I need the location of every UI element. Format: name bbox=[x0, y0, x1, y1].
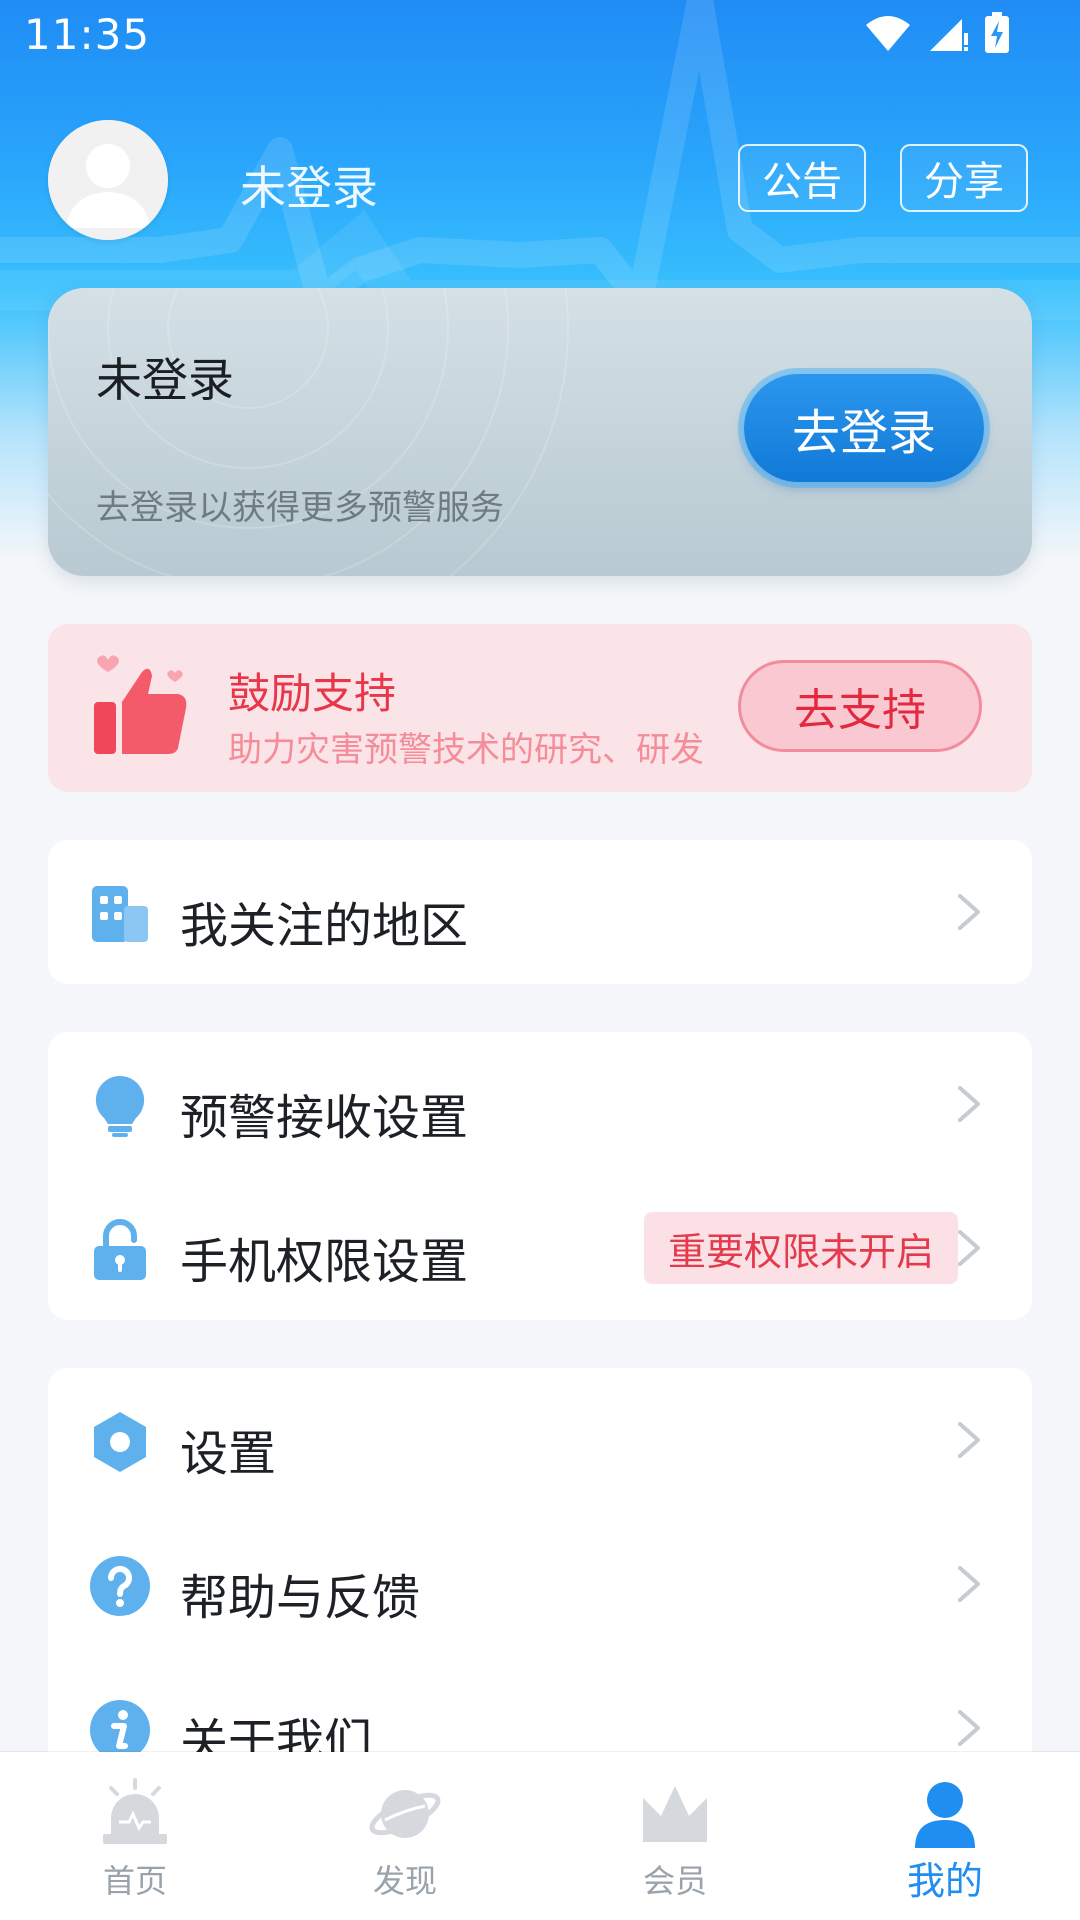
status-bar: 11:35 bbox=[0, 0, 1080, 76]
menu-label-regions: 我关注的地区 bbox=[180, 898, 469, 954]
nav-label-discover: 发现 bbox=[372, 1862, 437, 1900]
avatar[interactable] bbox=[48, 120, 168, 240]
login-title: 未登录 bbox=[96, 353, 234, 407]
menu-card-alerts: 预警接收设置 手机权限设置 重要权限未开启 bbox=[48, 1032, 1032, 1320]
chevron-right-icon bbox=[958, 1086, 980, 1122]
status-time: 11:35 bbox=[24, 10, 151, 59]
nav-label-home: 首页 bbox=[102, 1862, 167, 1900]
menu-item-alert-settings[interactable]: 预警接收设置 bbox=[48, 1032, 1032, 1176]
chevron-right-icon bbox=[958, 1566, 980, 1602]
nav-item-mine[interactable]: 我的 bbox=[810, 1752, 1080, 1920]
menu-label-permissions: 手机权限设置 bbox=[180, 1234, 469, 1290]
menu-item-help[interactable]: 帮助与反馈 bbox=[48, 1512, 1032, 1656]
menu-label-help: 帮助与反馈 bbox=[180, 1570, 421, 1626]
menu-label-alert-settings: 预警接收设置 bbox=[180, 1090, 469, 1146]
default-avatar-icon bbox=[48, 120, 168, 240]
signal-icon bbox=[930, 19, 968, 51]
menu-item-settings[interactable]: 设置 bbox=[48, 1368, 1032, 1512]
battery-charging-icon bbox=[985, 12, 1009, 53]
chevron-right-icon bbox=[958, 894, 980, 930]
hexagon-settings-icon bbox=[94, 1412, 146, 1472]
wifi-icon bbox=[866, 16, 910, 51]
crown-icon bbox=[643, 1786, 707, 1842]
header-username[interactable]: 未登录 bbox=[240, 152, 378, 218]
menu-card-general: 设置 帮助与反馈 关于我们 bbox=[48, 1368, 1032, 1768]
login-card: 未登录 去登录以获得更多预警服务 去登录 bbox=[48, 288, 1032, 576]
alarm-icon bbox=[103, 1778, 167, 1844]
lock-icon bbox=[94, 1219, 146, 1280]
login-button[interactable]: 去登录 bbox=[744, 374, 984, 482]
nav-item-discover[interactable]: 发现 bbox=[270, 1752, 540, 1920]
person-icon bbox=[915, 1782, 975, 1848]
nav-label-member: 会员 bbox=[642, 1862, 707, 1900]
login-subtitle: 去登录以获得更多预警服务 bbox=[96, 488, 504, 528]
support-card: 鼓励支持 助力灾害预警技术的研究、研发 去支持 bbox=[48, 624, 1032, 792]
support-button[interactable]: 去支持 bbox=[738, 660, 982, 752]
nav-item-member[interactable]: 会员 bbox=[540, 1752, 810, 1920]
bottom-nav: 首页 发现 会员 我的 bbox=[0, 1752, 1080, 1920]
chevron-right-icon bbox=[958, 1230, 980, 1266]
nav-label-mine: 我的 bbox=[906, 1859, 983, 1903]
lightbulb-icon bbox=[95, 1075, 145, 1137]
menu-card-regions: 我关注的地区 bbox=[48, 840, 1032, 984]
nav-item-home[interactable]: 首页 bbox=[0, 1752, 270, 1920]
support-subtitle: 助力灾害预警技术的研究、研发 bbox=[228, 730, 704, 770]
menu-item-permissions[interactable]: 手机权限设置 重要权限未开启 bbox=[48, 1176, 1032, 1320]
menu-item-regions[interactable]: 我关注的地区 bbox=[48, 840, 1032, 984]
building-icon bbox=[92, 886, 148, 942]
share-button[interactable]: 分享 bbox=[900, 144, 1028, 212]
support-title: 鼓励支持 bbox=[228, 669, 397, 718]
thumbs-up-icon bbox=[94, 655, 187, 754]
chevron-right-icon bbox=[958, 1710, 980, 1746]
planet-icon bbox=[369, 1790, 441, 1838]
notice-button[interactable]: 公告 bbox=[738, 144, 866, 212]
chevron-right-icon bbox=[958, 1422, 980, 1458]
menu-label-settings: 设置 bbox=[180, 1426, 277, 1482]
permission-warning-badge: 重要权限未开启 bbox=[644, 1212, 959, 1284]
question-icon bbox=[90, 1556, 150, 1616]
